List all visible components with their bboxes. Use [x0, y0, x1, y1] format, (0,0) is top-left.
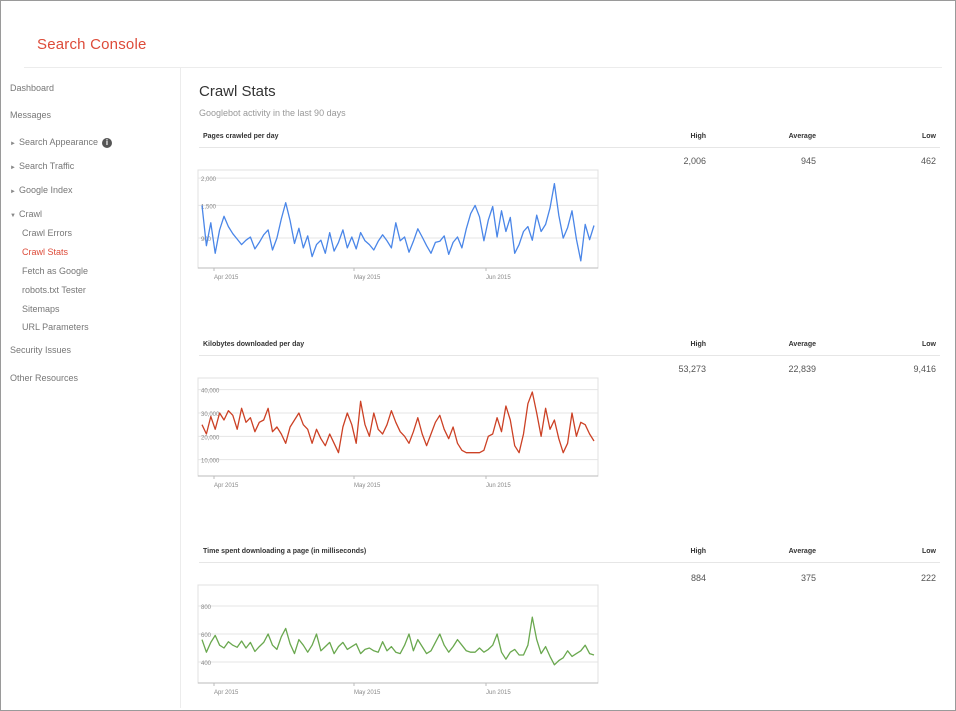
sidebar-item-label: Google Index — [18, 185, 73, 195]
sidebar-item-label: Search Traffic — [18, 161, 75, 171]
x-tick-label: Jun 2015 — [486, 690, 511, 696]
stat-header-low: Low — [922, 133, 936, 140]
sidebar-item-fetch-as-google[interactable]: Fetch as Google — [22, 266, 88, 276]
stat-header-average: Average — [788, 548, 816, 555]
collapse-arrow-icon: ▼ — [10, 213, 16, 219]
section-divider — [199, 562, 940, 563]
sidebar-item-security-issues[interactable]: Security Issues — [10, 345, 71, 355]
page-title: Crawl Stats — [199, 83, 276, 100]
stat-value-average: 945 — [800, 156, 816, 166]
stat-header-low: Low — [922, 341, 936, 348]
y-tick-label: 800 — [201, 605, 212, 611]
sidebar-item-search-appearance[interactable]: ► Search Appearance i — [10, 137, 113, 148]
time-spent-chart: 800 600 400 Apr 2015 May 2015 Jun 2015 — [197, 584, 599, 696]
stat-value-high: 53,273 — [678, 364, 706, 374]
section-divider — [199, 355, 940, 356]
sidebar-item-dashboard[interactable]: Dashboard — [10, 83, 54, 93]
x-tick-label: Apr 2015 — [214, 690, 239, 696]
stat-header-low: Low — [922, 548, 936, 555]
y-tick-label: 20,000 — [201, 435, 220, 441]
page-subtitle: Googlebot activity in the last 90 days — [199, 108, 346, 118]
section-title-kilobytes-downloaded: Kilobytes downloaded per day — [203, 341, 305, 348]
sidebar-item-robots-tester[interactable]: robots.txt Tester — [22, 285, 86, 295]
expand-arrow-icon: ► — [10, 141, 16, 147]
sidebar-item-label: Crawl — [18, 209, 42, 219]
y-tick-label: 40,000 — [201, 389, 220, 395]
y-tick-label: 2,000 — [201, 177, 217, 183]
kilobytes-downloaded-chart: 40,00030,00020,00010,000Apr 2015 May 2015… — [197, 377, 599, 489]
help-icon[interactable]: i — [102, 138, 113, 148]
section-title-time-spent: Time spent downloading a page (in millis… — [203, 548, 367, 555]
stat-value-low: 462 — [920, 156, 936, 166]
sidebar-item-search-traffic[interactable]: ► Search Traffic — [10, 161, 74, 171]
sidebar-item-label: Search Appearance — [18, 137, 99, 147]
expand-arrow-icon: ► — [10, 165, 16, 171]
stat-value-low: 222 — [920, 573, 936, 583]
stat-header-high: High — [690, 133, 706, 140]
y-tick-label: 600 — [201, 633, 212, 639]
stat-value-high: 884 — [690, 573, 706, 583]
sidebar-item-other-resources[interactable]: Other Resources — [10, 373, 78, 383]
x-tick-label: Jun 2015 — [486, 275, 511, 281]
stat-header-average: Average — [788, 133, 816, 140]
x-tick-label: Jun 2015 — [486, 483, 511, 489]
sidebar-item-crawl-stats[interactable]: Crawl Stats — [22, 247, 68, 257]
x-tick-label: Apr 2015 — [214, 275, 239, 281]
sidebar-item-crawl[interactable]: ▼ Crawl — [10, 209, 42, 219]
stat-value-low: 9,416 — [913, 364, 936, 374]
pages-crawled-chart: 2,0001,500900Apr 2015 May 2015 Jun 2015 — [197, 169, 599, 281]
expand-arrow-icon: ► — [10, 189, 16, 195]
sidebar-item-google-index[interactable]: ► Google Index — [10, 185, 73, 195]
app-logo[interactable]: Search Console — [37, 36, 147, 53]
sidebar-item-crawl-errors[interactable]: Crawl Errors — [22, 228, 72, 238]
y-tick-label: 1,500 — [201, 204, 217, 210]
stat-header-high: High — [690, 341, 706, 348]
x-tick-label: May 2015 — [354, 275, 381, 281]
sidebar-item-sitemaps[interactable]: Sitemaps — [22, 304, 60, 314]
sidebar-item-messages[interactable]: Messages — [10, 110, 51, 120]
sidebar-item-url-parameters[interactable]: URL Parameters — [22, 322, 89, 332]
y-tick-label: 400 — [201, 661, 212, 667]
section-title-pages-crawled: Pages crawled per day — [203, 133, 279, 140]
stat-value-average: 22,839 — [788, 364, 816, 374]
stat-value-high: 2,006 — [683, 156, 706, 166]
stat-value-average: 375 — [800, 573, 816, 583]
x-tick-label: May 2015 — [354, 690, 381, 696]
stat-header-high: High — [690, 548, 706, 555]
x-tick-label: Apr 2015 — [214, 483, 239, 489]
y-tick-label: 10,000 — [201, 459, 220, 465]
section-divider — [199, 147, 940, 148]
stat-header-average: Average — [788, 341, 816, 348]
x-tick-label: May 2015 — [354, 483, 381, 489]
